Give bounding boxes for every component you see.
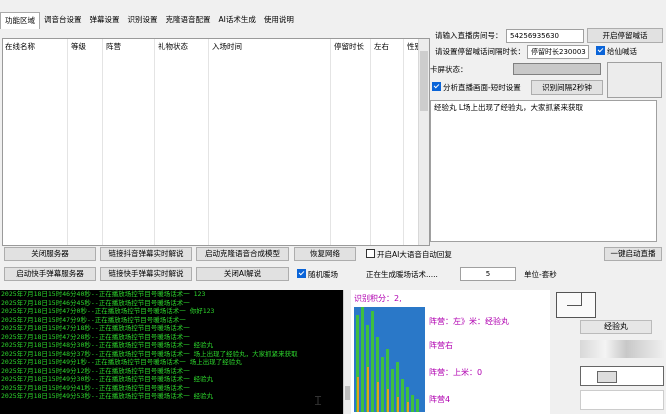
room-number-input[interactable]: 54256935630 <box>506 29 584 43</box>
region-select-box[interactable] <box>556 292 596 318</box>
card-status-bar <box>513 63 601 75</box>
close-ai-commentary-button[interactable]: 关闭AI解说 <box>196 267 289 281</box>
console-scrollbar[interactable] <box>343 290 351 414</box>
start-stay-shout-button[interactable]: 开启停留喊话 <box>587 28 663 43</box>
tab-instructions[interactable]: 使用说明 <box>260 12 298 29</box>
green-bars-icon <box>356 307 419 412</box>
column-entry-time[interactable]: 入场时间 <box>212 41 242 52</box>
link-kuaishou-button[interactable]: 链接快手弹幕实时解说 <box>100 267 192 281</box>
card-status-label: 卡屏状态： <box>430 65 468 74</box>
shout-interval-label: 请设置停留喊话间隔时长： <box>435 47 525 56</box>
recognition-score: 识别积分：2, <box>354 294 402 303</box>
shout-interval-input[interactable]: 停留时长230003 <box>527 45 589 59</box>
console-line: 2025年7月18日15时49分12秒--正在播放场控节目号暖场话术一 <box>1 366 190 375</box>
message-textarea[interactable]: 经验丸 L场上出现了经验丸，大家抓紧来获取 <box>430 100 657 242</box>
column-left-right[interactable]: 左右 <box>374 41 389 52</box>
console-line: 2025年7月18日15时49分41秒--正在播放场控节目号暖场话术一 <box>1 383 190 392</box>
text-cursor-icon: Ｉ <box>312 394 325 408</box>
console-line: 2025年7月18日15时48分30秒--正在播放场控节目号暖场话术一 经验丸 <box>1 341 214 349</box>
console-log[interactable]: 2025年7月18日15时46分40秒--正在播放场控节目号暖场话术一 123 … <box>0 290 343 414</box>
tab-recognition-settings[interactable]: 识别设置 <box>124 12 162 29</box>
recognition-preview-image <box>354 307 425 412</box>
column-stay-duration[interactable]: 停留时长 <box>334 41 364 52</box>
recognition-panel: 识别积分：2, 阵营：左》米：经验丸 阵营右 阵营：上米：0 阵营4 <box>351 290 550 414</box>
close-server-button[interactable]: 关闭服务器 <box>4 247 96 261</box>
console-line: 2025年7月18日15时47分9秒--正在播放场控节目号暖场话术一 <box>1 315 186 324</box>
link-douyin-button[interactable]: 链接抖音弹幕实时解说 <box>100 247 192 261</box>
start-kuaishou-server-button[interactable]: 启动快手弹幕服务器 <box>4 267 96 281</box>
capture-thumbnail <box>580 340 664 358</box>
restore-network-button[interactable]: 恢复网络 <box>294 247 356 261</box>
tab-clone-voice[interactable]: 克隆语音配置 <box>162 12 215 29</box>
console-line: 2025年7月18日15时49分53秒--正在播放场控节目号暖场话术一 经验丸 <box>1 392 214 400</box>
faction4-text: 阵营4 <box>429 395 451 404</box>
tab-function-area[interactable]: 功能区域 <box>0 12 40 29</box>
random-warmup-checkbox[interactable]: 随机暖场 <box>297 269 338 281</box>
column-gift-status[interactable]: 礼物状态 <box>158 41 188 52</box>
unit-label: 单位-套秒 <box>524 270 557 279</box>
side-preview-panel: 经验丸 <box>552 290 666 414</box>
tab-danmaku-settings[interactable]: 弹幕设置 <box>86 12 124 29</box>
menu-bar: 功能区域 调音台设置 弹幕设置 识别设置 克隆语音配置 AI话术生成 使用说明 <box>0 12 430 29</box>
console-line: 2025年7月18日15时46分45秒--正在播放场控节目号暖场话术一 <box>1 298 190 307</box>
checkbox-unchecked-icon <box>366 249 375 258</box>
recognize-interval-button[interactable]: 识别间隔2秒钟 <box>531 80 603 95</box>
one-key-start-button[interactable]: 一键启动直播 <box>604 247 662 261</box>
checkbox-checked-icon <box>297 269 306 278</box>
table-header: 在线名称 等级 阵营 礼物状态 入场时间 停留时长 左右 性别 <box>3 39 429 245</box>
console-line: 2025年7月18日15时49分1秒--正在播放场控节目号暖场话术一 场上出现了… <box>1 358 242 366</box>
checkbox-checked-icon <box>432 82 441 91</box>
warmup-count-input[interactable]: 5 <box>460 267 516 281</box>
capture-preview-box[interactable] <box>607 62 662 98</box>
console-line: 2025年7月18日15时47分18秒--正在播放场控节目号暖场话术一 <box>1 324 190 332</box>
console-line: 2025年7月18日15时48分37秒--正在播放场控节目号暖场话术一 场上出现… <box>1 349 298 358</box>
fairy-shout-checkbox[interactable]: 给仙喊话 <box>596 46 637 58</box>
faction-right-text: 阵营右 <box>429 341 453 350</box>
tab-mixer-settings[interactable]: 调音台设置 <box>40 12 86 29</box>
column-online-name[interactable]: 在线名称 <box>5 41 35 52</box>
console-line: 2025年7月18日15时49分30秒--正在播放场控节目号暖场话术一 经验丸 <box>1 375 214 383</box>
recognized-item-label: 经验丸 <box>580 320 652 334</box>
ai-auto-reply-checkbox[interactable]: 开启AI大语音自动回复 <box>366 249 452 261</box>
tab-ai-script[interactable]: AI话术生成 <box>215 12 260 29</box>
room-number-label: 请输入直播房间号： <box>435 31 503 40</box>
table-scrollbar[interactable] <box>418 39 429 245</box>
column-level[interactable]: 等级 <box>71 41 86 52</box>
console-line: 2025年7月18日15时46分40秒--正在播放场控节目号暖场话术一 123 <box>1 290 206 298</box>
region-preview-box[interactable] <box>580 366 664 386</box>
faction-up-text: 阵营：上米：0 <box>429 368 483 377</box>
checkbox-checked-icon <box>596 46 605 55</box>
generating-status-text: 正在生成暖场话术..... <box>366 270 438 279</box>
analyze-screen-checkbox[interactable]: 分析直播画面-短时设置 <box>432 82 521 94</box>
viewer-table[interactable]: 在线名称 等级 阵营 礼物状态 入场时间 停留时长 左右 性别 <box>2 38 430 246</box>
column-faction[interactable]: 阵营 <box>106 41 121 52</box>
console-line: 2025年7月18日15时47分28秒--正在播放场控节目号暖场话术一 <box>1 332 190 341</box>
extra-preview-box <box>580 390 664 410</box>
faction-left-text: 阵营：左》米：经验丸 <box>429 317 509 326</box>
start-clone-model-button[interactable]: 启动克隆语音合成模型 <box>196 247 289 261</box>
console-line: 2025年7月18日15时47分0秒--正在播放场控节目号暖场话术一 你好123 <box>1 307 215 315</box>
